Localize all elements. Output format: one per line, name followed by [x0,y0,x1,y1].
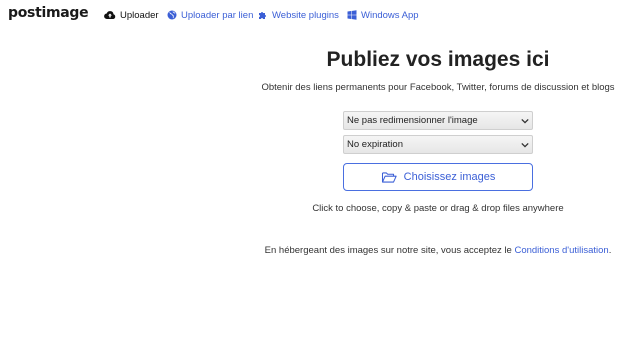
page-title: Publiez vos images ici [326,48,550,71]
chevron-down-icon [521,118,529,124]
choose-images-button[interactable]: Choisissez images [343,163,533,191]
page-subtitle: Obtenir des liens permanents pour Facebo… [261,82,615,93]
terms-prefix: En hébergeant des images sur notre site,… [264,245,515,256]
terms-notice: En hébergeant des images sur notre site,… [250,245,626,256]
nav-website-plugins[interactable]: Website plugins [258,8,339,22]
postimage-logo[interactable]: postimage [8,5,89,21]
upload-hint: Click to choose, copy & paste or drag & … [312,203,564,214]
choose-images-label: Choisissez images [403,171,496,183]
expiration-select[interactable]: No expiration [343,135,533,154]
resize-select[interactable]: Ne pas redimensionner l'image [343,111,533,130]
resize-select-value: Ne pas redimensionner l'image [347,115,478,126]
nav-website-plugins-label: Website plugins [272,9,339,21]
windows-icon [347,10,357,20]
nav-uploader-par-lien[interactable]: Uploader par lien [167,8,253,22]
top-navigation: postimage Uploader Uploader par lien Web… [0,0,640,28]
chevron-down-icon [521,142,529,148]
cloud-upload-icon [104,11,116,20]
terms-link[interactable]: Conditions d'utilisation [514,245,608,256]
nav-windows-app-label: Windows App [361,9,419,21]
puzzle-icon [259,12,266,19]
expiration-select-value: No expiration [347,139,403,150]
nav-uploader-label: Uploader [120,9,159,21]
globe-icon [167,10,177,20]
terms-suffix: . [608,245,612,256]
folder-open-icon [381,171,397,183]
nav-windows-app[interactable]: Windows App [347,8,419,22]
nav-uploader[interactable]: Uploader [104,8,159,22]
nav-uploader-par-lien-label: Uploader par lien [181,9,254,21]
